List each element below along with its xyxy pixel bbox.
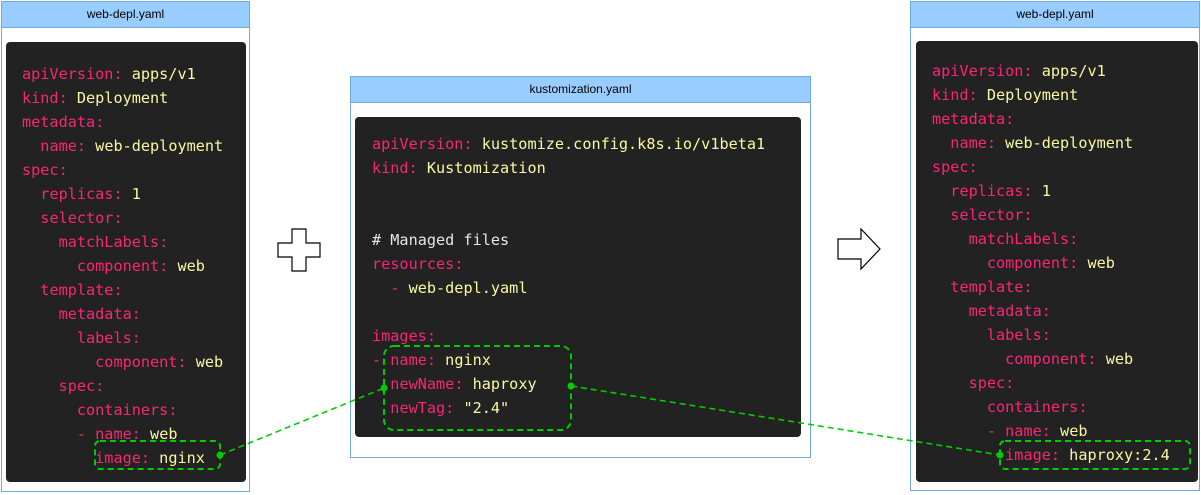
- left-connector-line: [219, 387, 385, 456]
- middle-images-highlight: [383, 345, 572, 431]
- plus-icon: [277, 228, 321, 272]
- right-arrow-icon: [837, 227, 881, 271]
- connector-dot: [996, 451, 1004, 459]
- right-connector-line: [570, 385, 1001, 456]
- connector-dot: [380, 384, 388, 392]
- connector-dot: [567, 382, 575, 390]
- right-image-highlight: [999, 440, 1191, 470]
- diagram-overlay: [94, 227, 1191, 470]
- left-image-highlight: [94, 440, 221, 470]
- connector-dot: [216, 451, 224, 459]
